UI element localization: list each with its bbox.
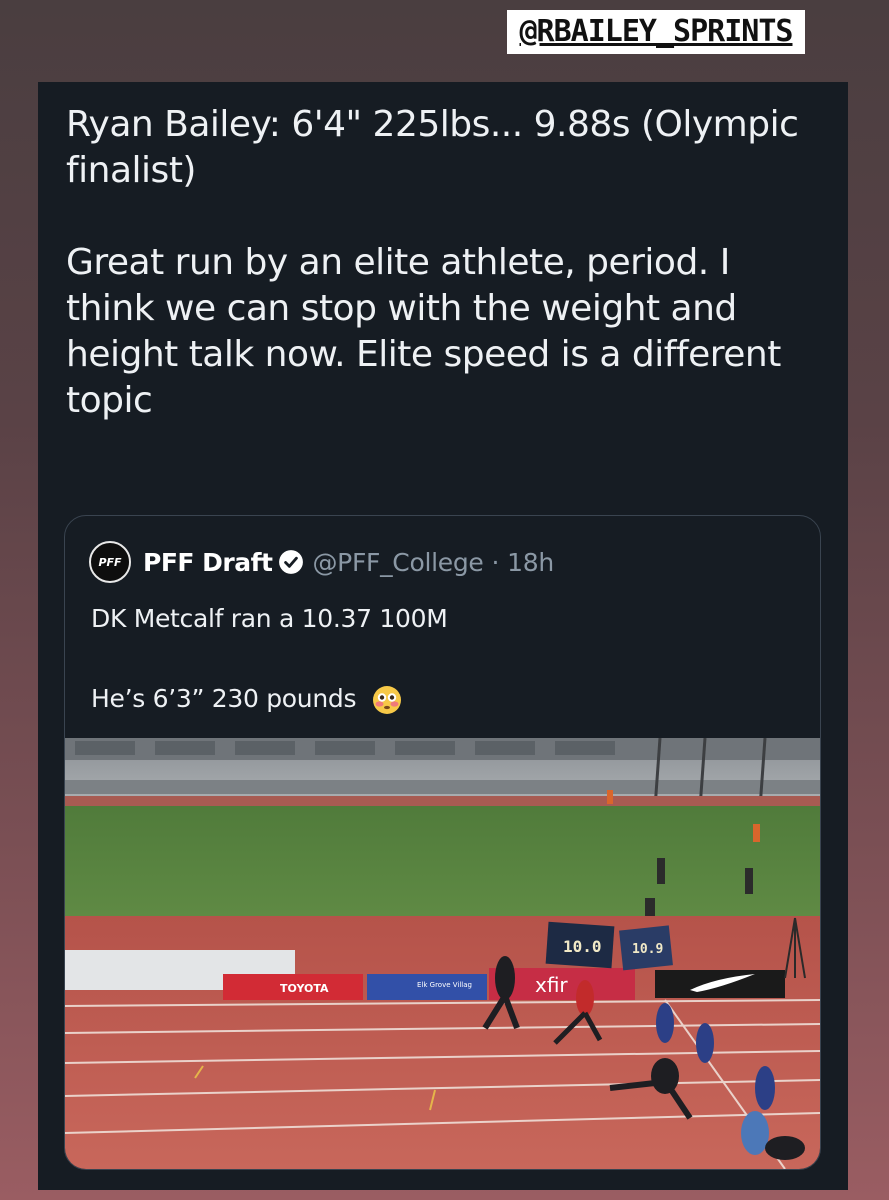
verified-badge-icon — [279, 550, 304, 574]
separator-dot: · — [491, 547, 500, 577]
quoted-tweet-header: PFF PFF Draft @PFF_College · 18h — [89, 541, 554, 583]
race-clock-right: 10.9 — [632, 942, 663, 957]
tweet-body: Ryan Bailey: 6'4" 225lbs... 9.88s (Olymp… — [66, 102, 826, 424]
quoted-tweet-line: DK Metcalf ran a 10.37 100M — [91, 604, 448, 633]
avatar[interactable]: PFF — [89, 541, 131, 583]
tweet-paragraph: Ryan Bailey: 6'4" 225lbs... 9.88s (Olymp… — [66, 104, 799, 191]
tweet-paragraph: Great run by an elite athlete, period. I… — [66, 242, 781, 421]
quoted-tweet-line-2: He’s 6’3” 230 pounds — [91, 684, 402, 715]
flushed-face-emoji-icon — [372, 686, 401, 714]
race-clock-left: 10.0 — [563, 937, 602, 956]
tweet-card[interactable]: Ryan Bailey: 6'4" 225lbs... 9.88s (Olymp… — [38, 82, 848, 1190]
sponsor-xfinity: xfir — [535, 973, 568, 997]
race-photo-illustration: TOYOTA Elk Grove Villag xfir 10.0 10.9 — [65, 738, 820, 1169]
story-handle-tag[interactable]: @RBAILEY_SPRINTS — [507, 10, 805, 54]
sponsor-toyota: TOYOTA — [280, 982, 329, 995]
display-name[interactable]: PFF Draft — [143, 548, 273, 577]
quoted-tweet-line-text: He’s 6’3” 230 pounds — [91, 684, 357, 713]
avatar-text: PFF — [98, 555, 122, 569]
sponsor-elk: Elk Grove Villag — [417, 981, 472, 989]
user-handle[interactable]: @PFF_College — [312, 548, 483, 577]
quoted-tweet[interactable]: PFF PFF Draft @PFF_College · 18h DK Metc… — [64, 515, 821, 1170]
race-photo[interactable]: TOYOTA Elk Grove Villag xfir 10.0 10.9 — [65, 738, 820, 1169]
timestamp[interactable]: 18h — [507, 548, 554, 577]
